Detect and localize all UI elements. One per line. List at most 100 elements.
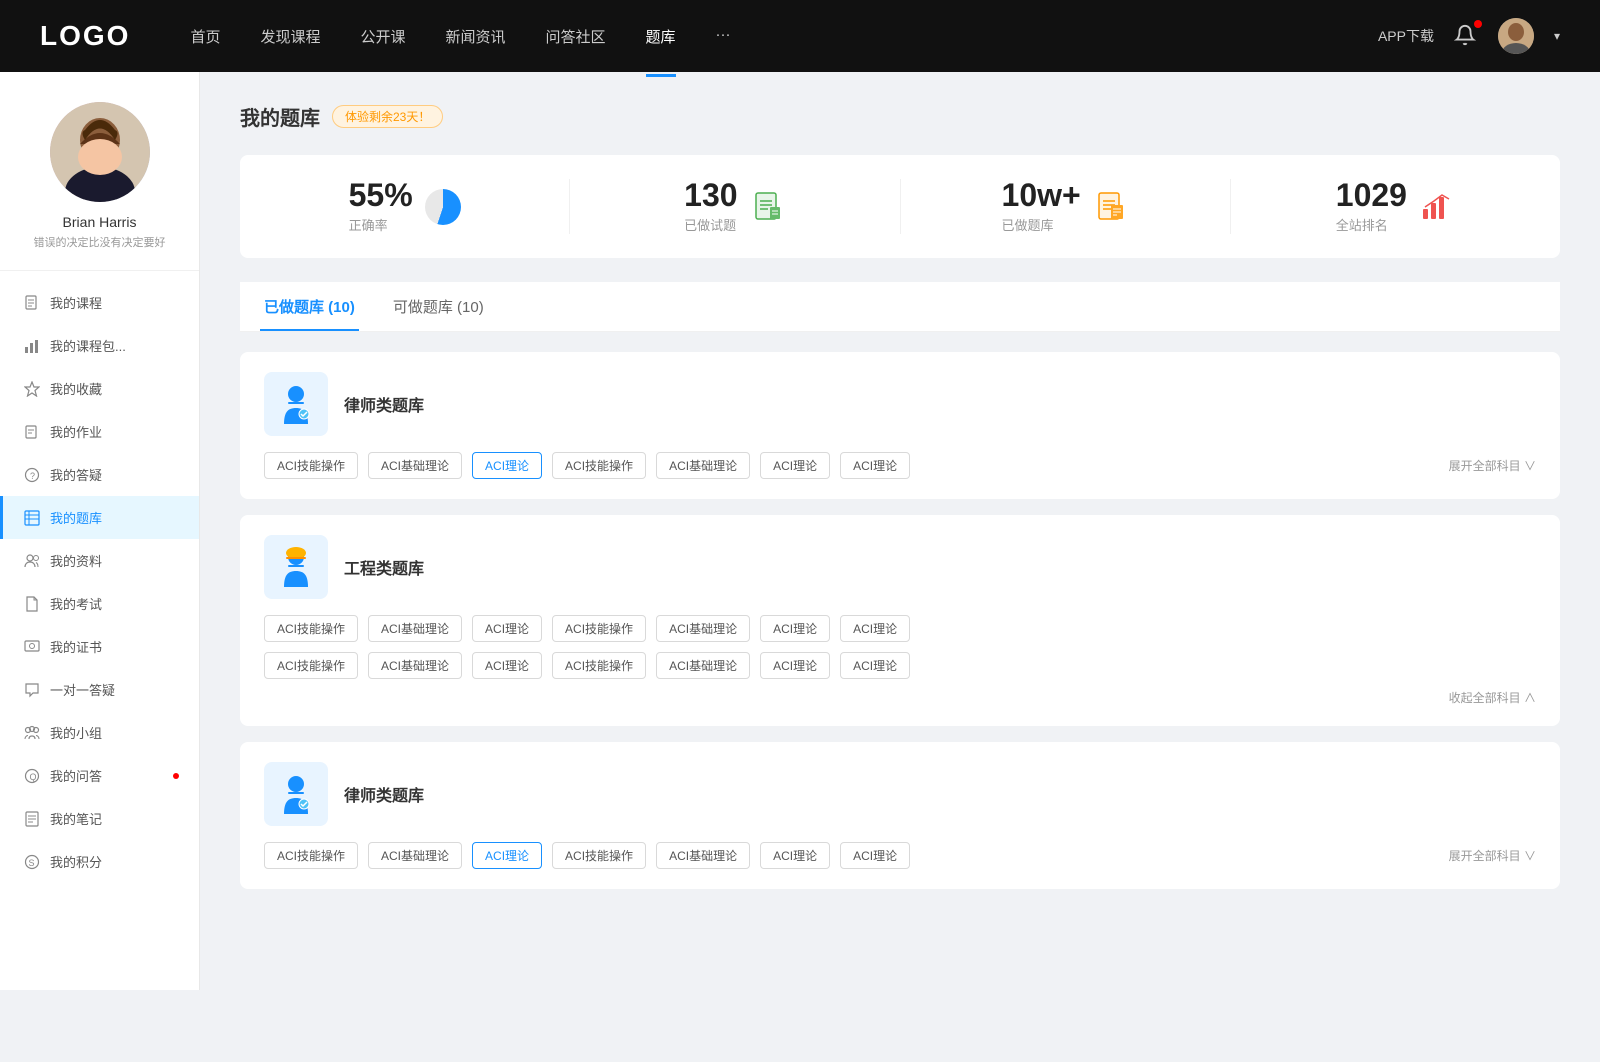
- tag[interactable]: ACI理论: [840, 615, 910, 642]
- stat-done-qbanks: 10w+ 已做题库: [901, 179, 1231, 234]
- avatar: [50, 102, 150, 202]
- stat-label: 正确率: [349, 215, 413, 234]
- menu-label: 我的小组: [50, 723, 102, 742]
- tag[interactable]: ACI基础理论: [368, 842, 462, 869]
- menu-my-qbank[interactable]: 我的题库: [0, 496, 199, 539]
- menu-label: 我的课程: [50, 293, 102, 312]
- menu-label: 我的课程包...: [50, 336, 126, 355]
- menu-one-on-one[interactable]: 一对一答疑: [0, 668, 199, 711]
- tag[interactable]: ACI技能操作: [552, 652, 646, 679]
- tag[interactable]: ACI技能操作: [552, 842, 646, 869]
- edit-icon: [24, 424, 40, 440]
- main-nav: 首页 发现课程 公开课 新闻资讯 问答社区 题库 ···: [190, 22, 1378, 51]
- tag[interactable]: ACI理论: [760, 615, 830, 642]
- svg-text:Q: Q: [30, 772, 37, 782]
- tag[interactable]: ACI理论: [840, 452, 910, 479]
- menu-my-points[interactable]: S 我的积分: [0, 840, 199, 883]
- certificate-icon: [24, 639, 40, 655]
- tab-done-qbanks[interactable]: 已做题库 (10): [260, 282, 359, 331]
- menu-label: 一对一答疑: [50, 680, 115, 699]
- group-icon: [24, 725, 40, 741]
- nav-more[interactable]: ···: [716, 22, 731, 51]
- user-avatar[interactable]: [1498, 18, 1534, 54]
- tag[interactable]: ACI技能操作: [264, 652, 358, 679]
- tags-row-1: ACI技能操作 ACI基础理论 ACI理论 ACI技能操作 ACI基础理论 AC…: [264, 615, 1536, 642]
- question-circle-icon: ?: [24, 467, 40, 483]
- app-download-link[interactable]: APP下载: [1378, 26, 1434, 46]
- tag[interactable]: ACI理论: [472, 652, 542, 679]
- unread-dot: [173, 773, 179, 779]
- menu-label: 我的考试: [50, 594, 102, 613]
- tag[interactable]: ACI基础理论: [368, 452, 462, 479]
- page-title: 我的题库: [240, 102, 320, 131]
- tag[interactable]: ACI理论: [760, 842, 830, 869]
- tag[interactable]: ACI基础理论: [368, 615, 462, 642]
- tags-row-0: ACI技能操作 ACI基础理论 ACI理论 ACI技能操作 ACI基础理论 AC…: [264, 452, 1536, 479]
- qa-icon: Q: [24, 768, 40, 784]
- lawyer-icon-2: [264, 762, 328, 826]
- main-wrapper: Brian Harris 错误的决定比没有决定要好 我的课程 我的课程包...: [0, 72, 1600, 990]
- menu-label: 我的资料: [50, 551, 102, 570]
- qbank-title-0: 律师类题库: [344, 392, 424, 416]
- menu-my-exam[interactable]: 我的考试: [0, 582, 199, 625]
- nav-qbank[interactable]: 题库: [646, 22, 676, 51]
- tags-row-1-second: ACI技能操作 ACI基础理论 ACI理论 ACI技能操作 ACI基础理论 AC…: [264, 652, 1536, 679]
- tag[interactable]: ACI技能操作: [264, 842, 358, 869]
- notification-bell[interactable]: [1454, 24, 1478, 48]
- chat-icon: [24, 682, 40, 698]
- tag[interactable]: ACI技能操作: [264, 452, 358, 479]
- menu-my-profile[interactable]: 我的资料: [0, 539, 199, 582]
- tag[interactable]: ACI理论: [840, 652, 910, 679]
- stat-site-rank: 1029 全站排名: [1231, 179, 1560, 234]
- tag-active[interactable]: ACI理论: [472, 842, 542, 869]
- user-menu-chevron[interactable]: ▾: [1554, 29, 1560, 43]
- expand-link-2[interactable]: 展开全部科目 ∨: [1449, 847, 1536, 864]
- nav-news[interactable]: 新闻资讯: [446, 22, 506, 51]
- stat-number: 10w+: [1002, 179, 1081, 211]
- nav-qa[interactable]: 问答社区: [546, 22, 606, 51]
- menu-homework[interactable]: 我的作业: [0, 410, 199, 453]
- menu-favorites[interactable]: 我的收藏: [0, 367, 199, 410]
- star-icon: [24, 381, 40, 397]
- tags-row-2: ACI技能操作 ACI基础理论 ACI理论 ACI技能操作 ACI基础理论 AC…: [264, 842, 1536, 869]
- nav-open-course[interactable]: 公开课: [360, 22, 405, 51]
- tag[interactable]: ACI理论: [840, 842, 910, 869]
- menu-course-package[interactable]: 我的课程包...: [0, 324, 199, 367]
- user-group-icon: [24, 553, 40, 569]
- document-icon: [24, 295, 40, 311]
- notification-badge: [1474, 20, 1482, 28]
- menu-label: 我的问答: [50, 766, 102, 785]
- menu-my-certificate[interactable]: 我的证书: [0, 625, 199, 668]
- menu-label: 我的收藏: [50, 379, 102, 398]
- tag[interactable]: ACI基础理论: [656, 652, 750, 679]
- qbank-header: 律师类题库: [264, 372, 1536, 436]
- tag[interactable]: ACI基础理论: [656, 842, 750, 869]
- menu-my-group[interactable]: 我的小组: [0, 711, 199, 754]
- tag[interactable]: ACI技能操作: [552, 615, 646, 642]
- logo[interactable]: LOGO: [40, 20, 130, 52]
- menu-my-questions[interactable]: Q 我的问答: [0, 754, 199, 797]
- svg-text:S: S: [29, 858, 35, 868]
- nav-discover[interactable]: 发现课程: [260, 22, 320, 51]
- nav-home[interactable]: 首页: [190, 22, 220, 51]
- menu-my-courses[interactable]: 我的课程: [0, 281, 199, 324]
- points-icon: S: [24, 854, 40, 870]
- page-header: 我的题库 体验剩余23天！: [240, 102, 1560, 131]
- tag[interactable]: ACI理论: [760, 452, 830, 479]
- tag[interactable]: ACI理论: [760, 652, 830, 679]
- header: LOGO 首页 发现课程 公开课 新闻资讯 问答社区 题库 ··· APP下载 …: [0, 0, 1600, 72]
- tag[interactable]: ACI技能操作: [264, 615, 358, 642]
- tag[interactable]: ACI理论: [472, 615, 542, 642]
- stat-number: 1029: [1336, 179, 1407, 211]
- expand-link-0[interactable]: 展开全部科目 ∨: [1449, 457, 1536, 474]
- tag-active[interactable]: ACI理论: [472, 452, 542, 479]
- tag[interactable]: ACI基础理论: [368, 652, 462, 679]
- tag[interactable]: ACI基础理论: [656, 615, 750, 642]
- tag[interactable]: ACI技能操作: [552, 452, 646, 479]
- collapse-link-1[interactable]: 收起全部科目 ∧: [264, 689, 1536, 706]
- tag[interactable]: ACI基础理论: [656, 452, 750, 479]
- menu-qa-answers[interactable]: ? 我的答疑: [0, 453, 199, 496]
- menu-label: 我的答疑: [50, 465, 102, 484]
- tab-available-qbanks[interactable]: 可做题库 (10): [389, 282, 488, 331]
- menu-my-notes[interactable]: 我的笔记: [0, 797, 199, 840]
